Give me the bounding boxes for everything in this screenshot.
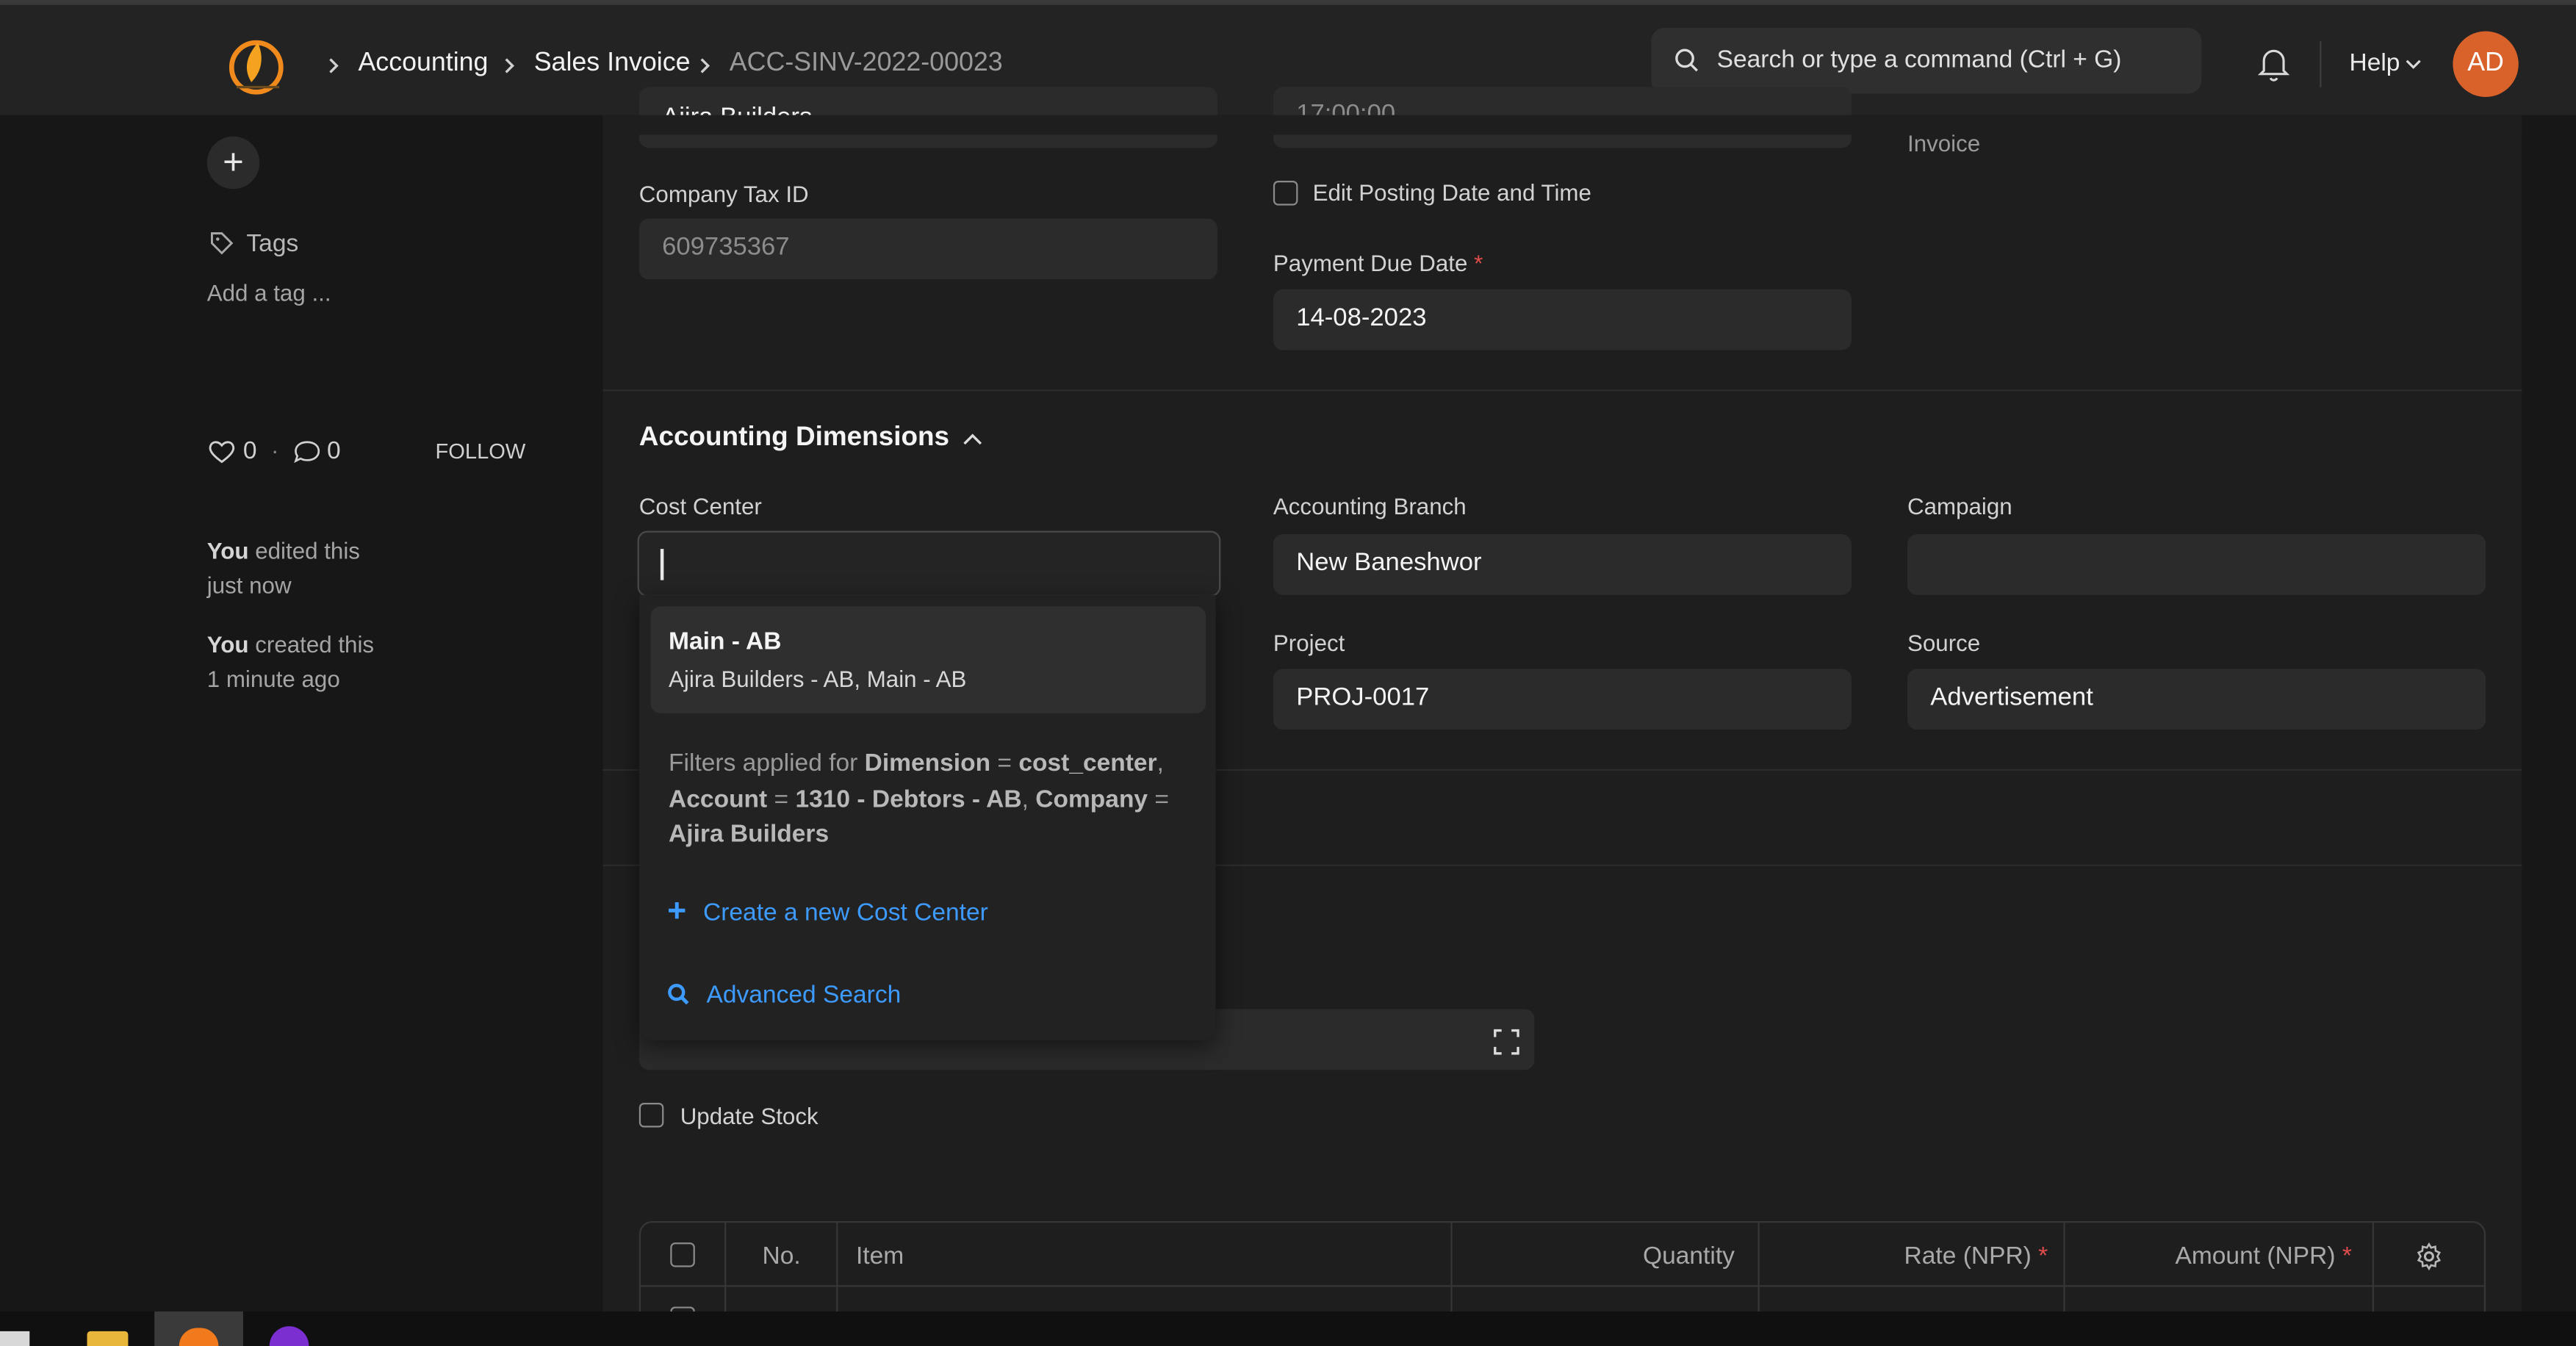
bell-icon[interactable] bbox=[2257, 46, 2290, 82]
accounting-branch-label: Accounting Branch bbox=[1273, 493, 1467, 519]
follow-button[interactable]: FOLLOW bbox=[436, 439, 526, 464]
search-placeholder: Search or type a command (Ctrl + G) bbox=[1716, 46, 2122, 74]
breadcrumb-accounting[interactable]: Accounting bbox=[358, 49, 488, 79]
column-header-rate: Rate (NPR) * bbox=[1904, 1242, 2048, 1271]
column-header-quantity: Quantity bbox=[1643, 1242, 1735, 1271]
heart-icon[interactable] bbox=[207, 439, 237, 465]
company-tax-id-field[interactable]: 609735367 bbox=[638, 218, 1217, 280]
navbar-divider bbox=[2320, 40, 2322, 87]
table-column-divider bbox=[836, 1223, 838, 1315]
option-description: Ajira Builders - AB, Main - AB bbox=[669, 665, 967, 692]
tag-icon bbox=[210, 232, 234, 255]
table-column-divider bbox=[2372, 1223, 2375, 1315]
scroll-mask bbox=[602, 115, 2522, 135]
advanced-search-link[interactable]: Advanced Search bbox=[706, 981, 901, 1009]
activity-time: 1 minute ago bbox=[206, 665, 340, 692]
breadcrumb-current-doc: ACC-SINV-2022-00023 bbox=[729, 49, 1003, 78]
select-all-checkbox[interactable] bbox=[670, 1242, 695, 1267]
campaign-field[interactable] bbox=[1907, 533, 2486, 595]
chevron-right-icon bbox=[329, 58, 339, 73]
help-menu[interactable]: Help bbox=[2349, 49, 2400, 77]
app-logo-icon[interactable] bbox=[223, 33, 289, 98]
section-divider bbox=[602, 389, 2522, 392]
app-icon[interactable] bbox=[269, 1326, 309, 1346]
source-label: Source bbox=[1907, 629, 1981, 656]
user-avatar[interactable]: AD bbox=[2453, 31, 2519, 97]
create-cost-center-link[interactable]: Create a new Cost Center bbox=[703, 899, 988, 927]
dot-separator: · bbox=[270, 437, 279, 464]
table-header-divider bbox=[641, 1285, 2484, 1287]
table-column-divider bbox=[1450, 1223, 1453, 1315]
company-tax-id-label: Company Tax ID bbox=[638, 181, 809, 207]
search-bar[interactable]: Search or type a command (Ctrl + G) bbox=[1651, 28, 2202, 94]
file-explorer-icon[interactable] bbox=[87, 1331, 129, 1346]
windows-start-icon[interactable] bbox=[0, 1331, 30, 1346]
table-column-divider bbox=[1757, 1223, 1760, 1315]
os-taskbar bbox=[0, 1311, 2576, 1346]
add-attachment-button[interactable]: + bbox=[206, 136, 260, 190]
payment-due-label: Payment Due Date * bbox=[1273, 250, 1483, 276]
project-label: Project bbox=[1273, 629, 1345, 656]
firefox-icon bbox=[179, 1328, 219, 1346]
activity-item: You created this bbox=[206, 630, 375, 658]
activity-time: just now bbox=[206, 572, 292, 599]
chevron-up-icon[interactable] bbox=[961, 431, 984, 447]
accounting-dimensions-title[interactable]: Accounting Dimensions bbox=[639, 422, 949, 454]
search-icon bbox=[668, 984, 689, 1005]
chevron-right-icon bbox=[505, 58, 515, 73]
option-title: Main - AB bbox=[669, 627, 782, 656]
source-field[interactable]: Advertisement bbox=[1907, 669, 2486, 730]
column-header-amount: Amount (NPR) * bbox=[2175, 1242, 2352, 1271]
filters-applied-text: Filters applied for Dimension = cost_cen… bbox=[669, 749, 1170, 849]
campaign-label: Campaign bbox=[1907, 493, 2012, 519]
edit-posting-label: Edit Posting Date and Time bbox=[1312, 179, 1591, 206]
add-tag-link[interactable]: Add a tag ... bbox=[207, 279, 331, 306]
edit-posting-checkbox[interactable] bbox=[1273, 181, 1298, 206]
payment-due-field[interactable]: 14-08-2023 bbox=[1273, 289, 1852, 350]
expand-icon[interactable] bbox=[1494, 1029, 1520, 1055]
tags-label: Tags bbox=[246, 230, 299, 259]
table-column-divider bbox=[724, 1223, 727, 1315]
dropdown-option-main-ab[interactable]: Main - AB Ajira Builders - AB, Main - AB bbox=[650, 606, 1206, 713]
chevron-down-icon bbox=[2406, 60, 2421, 69]
cost-center-input[interactable] bbox=[637, 530, 1221, 597]
column-header-item: Item bbox=[855, 1242, 904, 1271]
table-column-divider bbox=[2063, 1223, 2065, 1315]
update-stock-label: Update Stock bbox=[680, 1102, 819, 1129]
likes-count: 0 bbox=[242, 437, 257, 466]
breadcrumb-sales-invoice[interactable]: Sales Invoice bbox=[534, 49, 691, 79]
activity-item: You edited this bbox=[206, 537, 360, 564]
accounting-branch-field[interactable]: New Baneshwor bbox=[1273, 533, 1852, 595]
gear-icon[interactable] bbox=[2415, 1242, 2443, 1271]
project-field[interactable]: PROJ-0017 bbox=[1273, 669, 1852, 730]
plus-icon bbox=[669, 902, 686, 919]
chevron-right-icon bbox=[700, 58, 710, 73]
taskbar-active-app[interactable] bbox=[154, 1311, 243, 1346]
text-cursor bbox=[660, 549, 663, 580]
app-window: Accounting Sales Invoice ACC-SINV-2022-0… bbox=[0, 0, 2576, 1346]
column-header-no: No. bbox=[762, 1242, 801, 1271]
comments-count: 0 bbox=[326, 437, 341, 466]
update-stock-checkbox[interactable] bbox=[638, 1102, 664, 1128]
cost-center-label: Cost Center bbox=[638, 493, 762, 519]
search-icon bbox=[1675, 48, 1698, 72]
comment-icon[interactable] bbox=[292, 439, 322, 465]
